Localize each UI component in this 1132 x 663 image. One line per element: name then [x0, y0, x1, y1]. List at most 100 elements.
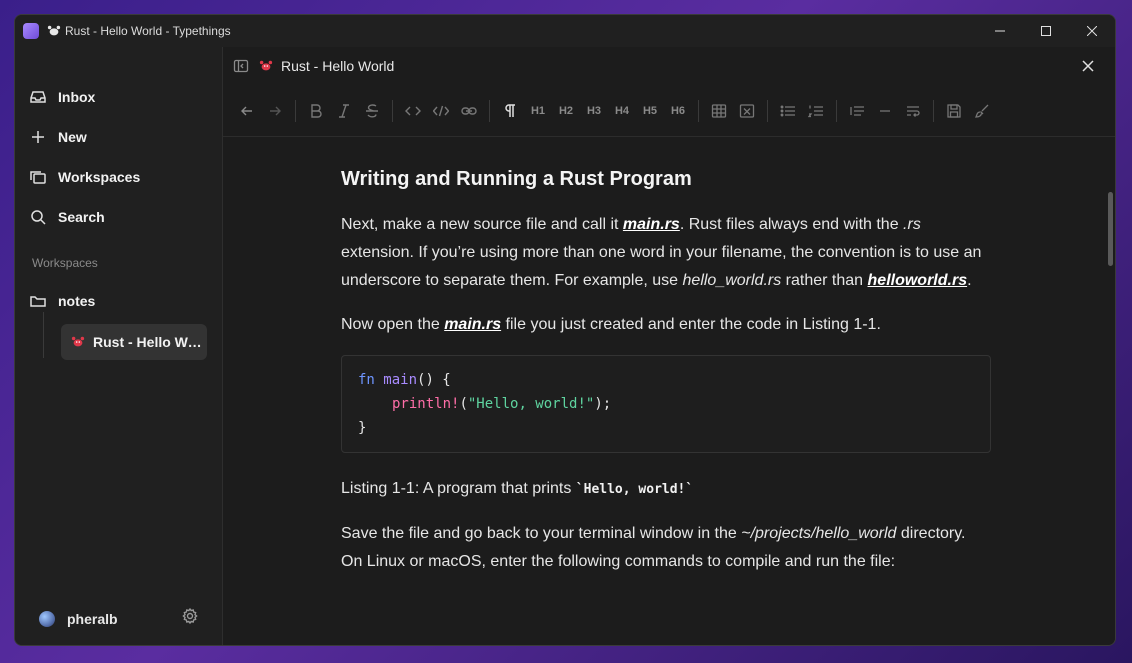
section-label-workspaces: Workspaces: [32, 256, 98, 270]
clear-format-button[interactable]: [968, 97, 996, 125]
text: .: [967, 272, 972, 289]
sidebar-item-search[interactable]: Search: [29, 205, 105, 229]
inline-link[interactable]: main.rs: [444, 316, 501, 333]
scrollbar-thumb[interactable]: [1108, 192, 1113, 266]
sidebar-item-label: Workspaces: [58, 169, 141, 185]
code-keyword: fn: [358, 372, 375, 388]
blockquote-icon: [850, 105, 864, 116]
paragraph-icon: [505, 103, 515, 117]
toolbar-divider: [392, 99, 393, 122]
paragraph: Next, make a new source file and call it…: [341, 211, 991, 295]
code-button[interactable]: [399, 97, 427, 125]
redo-button[interactable]: [261, 97, 289, 125]
inline-link[interactable]: main.rs: [623, 216, 680, 233]
caption: Listing 1-1: A program that prints `Hell…: [341, 475, 991, 504]
maximize-button[interactable]: [1023, 15, 1069, 47]
text: Next, make a new source file and call it: [341, 216, 623, 233]
toolbar-divider: [698, 99, 699, 122]
code-punct: );: [594, 396, 612, 412]
close-window-button[interactable]: [1069, 15, 1115, 47]
code-punct: (: [459, 396, 468, 412]
minimize-button[interactable]: [977, 15, 1023, 47]
wrap-text-button[interactable]: [899, 97, 927, 125]
text: file you just created and enter the code…: [501, 316, 881, 333]
emphasis: hello_world.rs: [682, 272, 782, 289]
strikethrough-icon: [366, 103, 378, 118]
heading-1-button[interactable]: H1: [524, 97, 552, 125]
document-content[interactable]: Writing and Running a Rust Program Next,…: [341, 165, 991, 592]
title-bar: Rust - Hello World - Typethings: [15, 15, 1115, 47]
crab-icon: [47, 25, 61, 36]
strikethrough-button[interactable]: [358, 97, 386, 125]
horizontal-rule-button[interactable]: [871, 97, 899, 125]
tree-connector: [43, 312, 44, 358]
formatting-toolbar: H1 H2 H3 H4 H5 H6: [223, 85, 1115, 137]
window-controls: [977, 15, 1115, 47]
close-icon[interactable]: [1081, 59, 1095, 73]
code-punct: }: [358, 420, 367, 436]
bullet-list-button[interactable]: [774, 97, 802, 125]
emphasis: .rs: [903, 216, 921, 233]
app-window: Rust - Hello World - Typethings Inbox Ne…: [14, 14, 1116, 646]
code-function: main: [383, 372, 418, 388]
inbox-icon: [30, 91, 46, 103]
link-button[interactable]: [455, 97, 483, 125]
gear-icon[interactable]: [181, 607, 199, 625]
doc-header: Rust - Hello World: [223, 47, 1115, 85]
brush-icon: [974, 104, 989, 118]
sidebar-item-label: Search: [58, 209, 105, 225]
minimize-icon: [995, 30, 1005, 32]
sidebar-toggle-icon[interactable]: [233, 58, 249, 74]
bold-button[interactable]: [302, 97, 330, 125]
code-block[interactable]: fn main() { println!("Hello, world!"); }: [341, 355, 991, 453]
inline-link[interactable]: helloworld.rs: [868, 272, 968, 289]
table-delete-icon: [739, 103, 755, 118]
text: . Rust files always end with the: [679, 216, 904, 233]
sidebar-doc-label: Rust - Hello World: [93, 334, 205, 350]
close-icon: [1087, 26, 1097, 36]
sidebar-item-notes[interactable]: notes: [29, 289, 95, 313]
italic-button[interactable]: [330, 97, 358, 125]
bold-icon: [311, 103, 322, 118]
arrow-left-icon: [241, 106, 252, 115]
code-block-button[interactable]: [427, 97, 455, 125]
link-icon: [461, 106, 477, 115]
code-icon: [405, 106, 421, 115]
bullet-list-icon: [780, 105, 795, 116]
code-line: }: [358, 416, 974, 440]
crab-icon: [71, 336, 85, 347]
save-button[interactable]: [940, 97, 968, 125]
save-icon: [947, 103, 961, 118]
heading-3-button[interactable]: H3: [580, 97, 608, 125]
heading-6-button[interactable]: H6: [664, 97, 692, 125]
user-profile[interactable]: pheralb: [39, 611, 118, 627]
delete-table-button[interactable]: [733, 97, 761, 125]
inline-code: `Hello, world!`: [575, 482, 694, 497]
heading-2-button[interactable]: H2: [552, 97, 580, 125]
sidebar-item-inbox[interactable]: Inbox: [29, 85, 95, 109]
undo-button[interactable]: [233, 97, 261, 125]
ordered-list-button[interactable]: [802, 97, 830, 125]
toolbar-divider: [836, 99, 837, 122]
heading-5-button[interactable]: H5: [636, 97, 664, 125]
sidebar-item-label: New: [58, 129, 87, 145]
wrap-text-icon: [907, 105, 920, 117]
sidebar-item-new[interactable]: New: [29, 125, 87, 149]
blockquote-button[interactable]: [843, 97, 871, 125]
text: rather than: [781, 272, 868, 289]
doc-heading: Writing and Running a Rust Program: [341, 168, 692, 190]
sidebar-doc-rust-hello-world[interactable]: Rust - Hello World: [61, 324, 207, 360]
toolbar-divider: [767, 99, 768, 122]
arrow-right-icon: [270, 106, 281, 115]
paragraph-button[interactable]: [496, 97, 524, 125]
code-macro: println!: [392, 396, 460, 412]
sidebar-item-workspaces[interactable]: Workspaces: [29, 165, 140, 189]
code-string: "Hello, world!": [467, 396, 595, 412]
emphasis: ~/projects/hello_world: [741, 525, 897, 542]
window-title: Rust - Hello World - Typethings: [65, 24, 231, 38]
toolbar-divider: [295, 99, 296, 122]
insert-table-button[interactable]: [705, 97, 733, 125]
code-block-icon: [433, 105, 449, 116]
heading-4-button[interactable]: H4: [608, 97, 636, 125]
toolbar-divider: [489, 99, 490, 122]
